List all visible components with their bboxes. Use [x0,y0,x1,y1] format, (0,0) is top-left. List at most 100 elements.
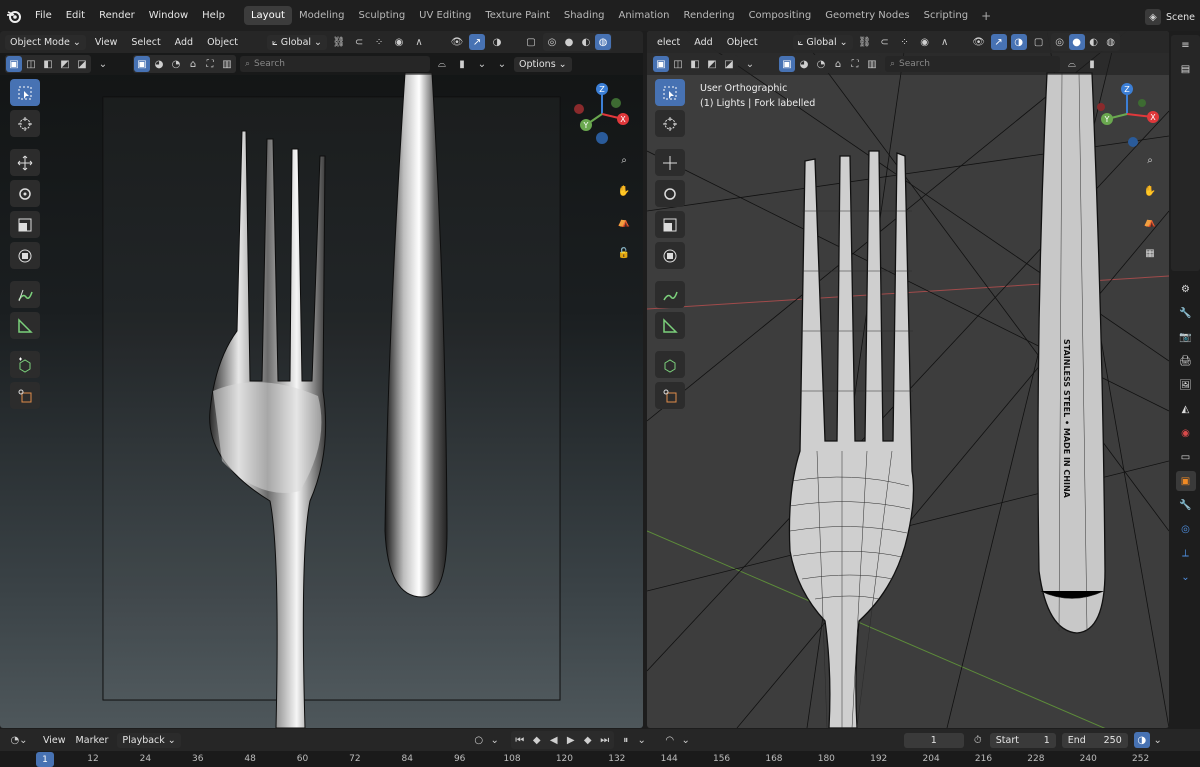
scale-tool[interactable] [654,211,685,238]
object-properties-icon[interactable]: ▣ [1175,471,1196,491]
output-properties-icon[interactable]: 🖨 [1176,351,1196,371]
select-extend-icon[interactable]: ◫ [23,56,39,72]
jump-end-icon[interactable]: ⏭ [597,732,613,748]
frame-ruler[interactable]: 1 12 24 36 48 60 72 84 96 108 120 132 144 156 168 180 1… [0,751,1200,767]
tab-compositing[interactable]: Compositing [742,6,819,25]
gizmo-icon[interactable]: ↗ [990,34,1007,50]
playback-dropdown[interactable]: Playback ⌄ [117,732,181,748]
physics-properties-icon[interactable]: ◎ [1176,519,1196,539]
snap-icon[interactable]: ⊂ [351,34,367,50]
solid-shading-icon[interactable]: ● [561,34,577,50]
filter-empty-icon[interactable]: ⌂ [185,56,201,72]
tab-geometry-nodes[interactable]: Geometry Nodes [818,6,916,25]
rendered-shading-icon[interactable]: ◍ [1103,34,1119,50]
keying-set-icon[interactable]: ⌄ [487,732,503,748]
select-invert-icon[interactable]: ◩ [704,56,720,72]
zoom-icon[interactable]: ⌕ [1139,149,1161,171]
add-cube-tool[interactable] [9,351,40,378]
tab-scripting[interactable]: Scripting [917,6,975,25]
scene-selector[interactable]: ◈ Scene [1145,9,1200,25]
select-box-tool[interactable] [654,79,685,106]
transform-orientation-dropdown[interactable]: ⟀ Global ⌄ [267,34,328,50]
menu-view[interactable]: View [90,37,123,48]
timeline-menu-marker[interactable]: Marker [71,735,114,746]
select-box-tool[interactable] [9,79,40,106]
tab-rendering[interactable]: Rendering [676,6,741,25]
view-toggle-icon[interactable]: ◑ [1133,732,1150,748]
camera-view-icon[interactable]: ⛺ [1139,211,1161,233]
outliner-new-icon[interactable]: ▤ [1176,59,1196,79]
visibility-icon[interactable]: 👁 [449,34,465,50]
proportional-edit-icon[interactable]: ◉ [391,34,407,50]
camera-viewport[interactable]: Object Mode ⌄ View Select Add Object ⟀ Glo… [0,31,643,728]
filter-light-icon[interactable]: ◕ [151,56,167,72]
tab-uv-editing[interactable]: UV Editing [412,6,478,25]
filter-extra-icon[interactable]: ▥ [864,56,880,72]
tab-modeling[interactable]: Modeling [292,6,352,25]
rotate-tool[interactable] [654,180,685,207]
move-tool[interactable] [9,149,40,176]
xray-icon[interactable]: ▢ [523,34,539,50]
view-layer-icon[interactable]: 🖼 [1176,375,1196,395]
annotate-tool[interactable] [654,281,685,308]
search-input[interactable]: ⌕ Search [885,56,1060,72]
select-invert-icon[interactable]: ◩ [57,56,73,72]
menu-object[interactable]: Object [722,37,763,48]
chevron-down-icon[interactable]: ⌄ [474,56,490,72]
tab-animation[interactable]: Animation [612,6,677,25]
play-icon[interactable]: ▶ [563,732,579,748]
tab-shading[interactable]: Shading [557,6,612,25]
gizmo-icon[interactable]: ↗ [469,34,486,50]
auto-keying-icon[interactable]: ⏸ [618,732,634,748]
zoom-icon[interactable]: ⌕ [613,149,635,171]
filter-empty-icon[interactable]: ⌂ [830,56,846,72]
material-shading-icon[interactable]: ◐ [1086,34,1102,50]
select-intersect-icon[interactable]: ◪ [721,56,737,72]
lock-icon[interactable]: 🔓 [613,242,635,264]
search-input[interactable]: ⌕ Search [240,56,430,72]
collection-properties-icon[interactable]: ▭ [1176,447,1196,467]
prev-keyframe-icon[interactable]: ◆ [529,732,545,748]
playhead-cursor[interactable]: 1 [36,752,54,767]
modifier-properties-icon[interactable]: 🔧 [1176,495,1196,515]
menu-edit[interactable]: Edit [59,10,92,21]
cut-tool[interactable] [654,382,685,409]
pan-hand-icon[interactable]: ✋ [1139,180,1161,202]
tab-sculpting[interactable]: Sculpting [351,6,412,25]
filter-mesh-icon[interactable]: ▣ [134,56,150,72]
falloff-icon[interactable]: ∧ [411,34,427,50]
editor-type-icon[interactable]: ◔⌄ [8,732,30,748]
cursor-tool[interactable] [9,110,40,137]
menu-render[interactable]: Render [92,10,142,21]
tool-properties-icon[interactable]: 🔧 [1176,303,1196,323]
wireframe-shading-icon[interactable]: ◎ [544,34,560,50]
menu-add[interactable]: Add [170,37,198,48]
pan-hand-icon[interactable]: ✋ [613,180,635,202]
chevron-down-icon[interactable]: ⌄ [678,732,694,748]
add-cube-tool[interactable] [654,351,685,378]
snap-target-icon[interactable]: ⁘ [371,34,387,50]
next-keyframe-icon[interactable]: ◆ [580,732,596,748]
measure-tool[interactable] [9,312,40,339]
constraint-properties-icon[interactable]: ⟂ [1176,543,1196,563]
snap-icon[interactable]: ⊂ [877,34,893,50]
pivot-icon[interactable]: ⛓ [331,34,347,50]
current-frame-field[interactable]: 1 [903,732,964,748]
transform-orientation-dropdown[interactable]: ⟀ Global ⌄ [792,34,853,50]
rotate-tool[interactable] [9,180,40,207]
wireframe-shading-icon[interactable]: ◎ [1052,34,1068,50]
world-properties-icon[interactable]: ◉ [1176,423,1196,443]
object-mode-dropdown[interactable]: Object Mode ⌄ [5,34,86,50]
solid-shading-icon[interactable]: ● [1068,34,1085,50]
menu-select-clipped[interactable]: elect [652,37,685,48]
move-tool[interactable] [654,149,685,176]
timeline-menu-view[interactable]: View [38,735,71,746]
add-workspace-button[interactable]: + [975,9,997,23]
chevron-down-icon[interactable]: ⌄ [1150,732,1166,748]
menu-window[interactable]: Window [142,10,195,21]
chevron-down-icon[interactable]: ⌄ [494,56,510,72]
overlay-icon[interactable]: ◑ [489,34,505,50]
end-frame-field[interactable]: End 250 [1061,732,1128,748]
clock-icon[interactable]: ⌄ [634,732,650,748]
transform-tool[interactable] [654,242,685,269]
